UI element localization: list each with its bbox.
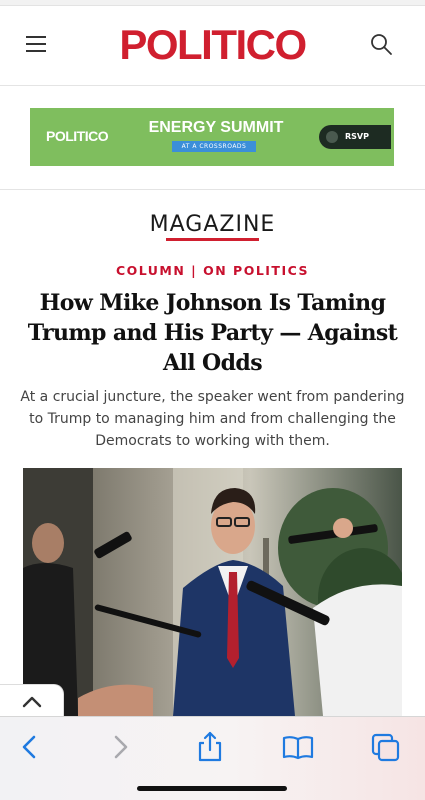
- share-icon: [198, 731, 222, 762]
- section-underline: [166, 238, 259, 241]
- ad-title: ENERGY SUMMIT: [148, 119, 284, 136]
- ad-banner[interactable]: POLITICO ENERGY SUMMIT AT A CROSSROADS R…: [30, 108, 394, 166]
- bookmarks-icon: [282, 736, 314, 760]
- article-photo: [23, 468, 402, 716]
- section-label[interactable]: MAGAZINE: [0, 210, 425, 240]
- chevron-up-icon: [22, 696, 42, 708]
- tabs-button[interactable]: [366, 727, 406, 767]
- article-dek: At a crucial juncture, the speaker went …: [20, 389, 405, 449]
- back-icon: [22, 735, 36, 759]
- ad-subtitle: AT A CROSSROADS: [172, 141, 256, 152]
- article-headline: How Mike Johnson Is Taming Trump and His…: [27, 290, 398, 376]
- back-button[interactable]: [10, 727, 50, 767]
- forward-button[interactable]: [100, 727, 140, 767]
- ad-brand: POLITICO: [46, 128, 109, 144]
- bookmarks-button[interactable]: [278, 727, 318, 767]
- tabs-icon: [371, 733, 400, 762]
- article-kicker[interactable]: COLUMN | ON POLITICS: [0, 263, 425, 279]
- ad-rsvp-label: RSVP: [345, 132, 369, 141]
- ad-rsvp-button[interactable]: RSVP: [319, 125, 391, 149]
- site-header: POLITICO: [0, 6, 425, 86]
- ad-zone: POLITICO ENERGY SUMMIT AT A CROSSROADS R…: [0, 87, 425, 190]
- forward-icon: [114, 735, 128, 759]
- rsvp-icon: [326, 131, 338, 143]
- scroll-up-button[interactable]: [0, 684, 64, 718]
- search-icon[interactable]: [368, 32, 394, 58]
- site-logo[interactable]: POLITICO: [0, 19, 425, 71]
- share-button[interactable]: [190, 727, 230, 767]
- home-indicator: [137, 786, 287, 791]
